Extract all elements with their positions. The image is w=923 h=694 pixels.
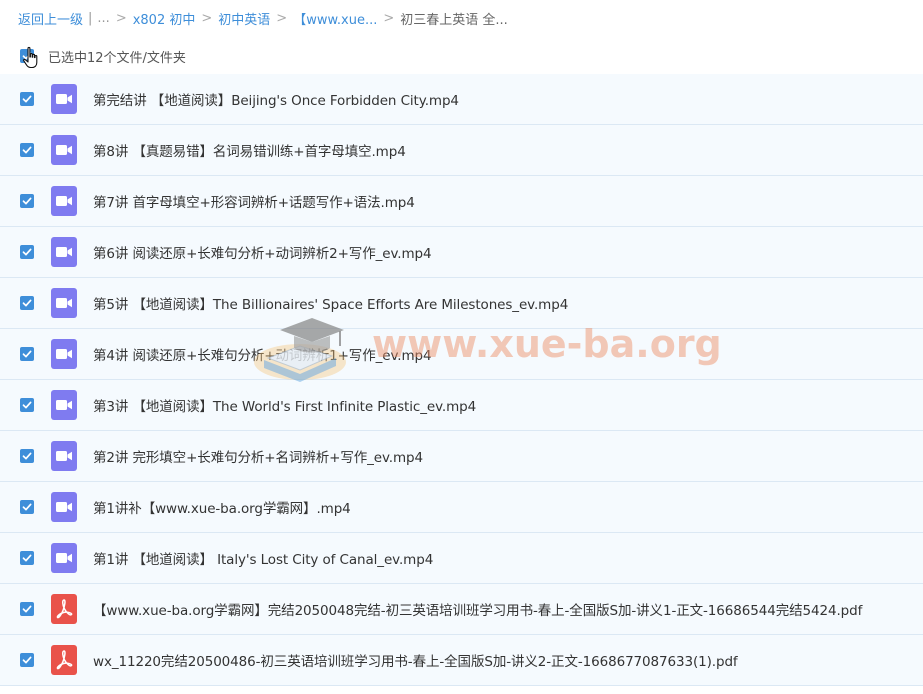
check-icon [22, 146, 32, 154]
video-icon [51, 288, 77, 318]
file-row[interactable]: wx_11220完结20500486-初三英语培训班学习用书-春上-全国版S加-… [0, 635, 923, 686]
video-icon [51, 186, 77, 216]
check-icon [22, 248, 32, 256]
file-checkbox[interactable] [20, 500, 34, 514]
file-name[interactable]: 第2讲 完形填空+长难句分析+名词辨析+写作_ev.mp4 [93, 446, 423, 466]
file-checkbox[interactable] [20, 296, 34, 310]
file-checkbox[interactable] [20, 551, 34, 565]
video-icon [51, 339, 77, 369]
video-icon [51, 84, 77, 114]
check-icon [22, 605, 32, 613]
file-checkbox[interactable] [20, 398, 34, 412]
file-checkbox[interactable] [20, 92, 34, 106]
file-name[interactable]: 第4讲 阅读还原+长难句分析+动词辨析1+写作_ev.mp4 [93, 344, 432, 364]
file-name[interactable]: 第完结讲 【地道阅读】Beijing's Once Forbidden City… [93, 89, 459, 109]
file-checkbox[interactable] [20, 194, 34, 208]
file-browser: 返回上一级 | ... > x802 初中 > 初中英语 > 【www.xue.… [0, 0, 923, 694]
file-row[interactable]: 第5讲 【地道阅读】The Billionaires' Space Effort… [0, 278, 923, 329]
video-icon [51, 543, 77, 573]
check-icon [22, 503, 32, 511]
video-icon [51, 441, 77, 471]
check-icon [22, 350, 32, 358]
file-checkbox[interactable] [20, 143, 34, 157]
pdf-icon [51, 645, 77, 675]
check-icon [22, 554, 32, 562]
breadcrumb-separator: > [383, 10, 395, 26]
breadcrumb-separator: > [115, 10, 127, 26]
file-checkbox[interactable] [20, 602, 34, 616]
file-row[interactable]: 第完结讲 【地道阅读】Beijing's Once Forbidden City… [0, 74, 923, 125]
hand-pointer-icon [23, 46, 38, 69]
video-icon [51, 390, 77, 420]
check-icon [22, 401, 32, 409]
file-checkbox[interactable] [20, 347, 34, 361]
breadcrumb-current: 初三春上英语 全... [400, 12, 508, 28]
breadcrumb-item-english[interactable]: 初中英语 [218, 9, 270, 28]
video-icon [51, 135, 77, 165]
file-row[interactable]: 第1讲补【www.xue-ba.org学霸网】.mp4 [0, 482, 923, 533]
file-row[interactable]: 第8讲 【真题易错】名词易错训练+首字母填空.mp4 [0, 125, 923, 176]
check-icon [22, 95, 32, 103]
check-icon [22, 197, 32, 205]
breadcrumb-item-x802[interactable]: x802 初中 [133, 9, 196, 28]
back-link[interactable]: 返回上一级 [18, 9, 83, 28]
breadcrumb-ellipsis[interactable]: ... [97, 11, 109, 26]
file-name[interactable]: 第5讲 【地道阅读】The Billionaires' Space Effort… [93, 293, 568, 313]
breadcrumb-separator: > [276, 10, 288, 26]
file-name[interactable]: 第1讲补【www.xue-ba.org学霸网】.mp4 [93, 497, 351, 517]
file-row[interactable]: 【www.xue-ba.org学霸网】完结2050048完结-初三英语培训班学习… [0, 584, 923, 635]
file-row[interactable]: 第1讲 【地道阅读】 Italy's Lost City of Canal_ev… [0, 533, 923, 584]
file-row[interactable]: 第4讲 阅读还原+长难句分析+动词辨析1+写作_ev.mp4 [0, 329, 923, 380]
file-checkbox[interactable] [20, 653, 34, 667]
file-name[interactable]: 第1讲 【地道阅读】 Italy's Lost City of Canal_ev… [93, 548, 433, 568]
file-list: 第完结讲 【地道阅读】Beijing's Once Forbidden City… [0, 74, 923, 686]
breadcrumb-item-xueba[interactable]: 【www.xue... [293, 9, 377, 28]
file-name[interactable]: 第8讲 【真题易错】名词易错训练+首字母填空.mp4 [93, 140, 406, 160]
selection-bar: 已选中12个文件/文件夹 [0, 42, 923, 70]
check-icon [22, 452, 32, 460]
file-name[interactable]: 第3讲 【地道阅读】The World's First Infinite Pla… [93, 395, 476, 415]
file-row[interactable]: 第6讲 阅读还原+长难句分析+动词辨析2+写作_ev.mp4 [0, 227, 923, 278]
video-icon [51, 237, 77, 267]
check-icon [22, 656, 32, 664]
file-name[interactable]: wx_11220完结20500486-初三英语培训班学习用书-春上-全国版S加-… [93, 650, 738, 670]
breadcrumb-divider: | [88, 10, 93, 26]
file-row[interactable]: 第2讲 完形填空+长难句分析+名词辨析+写作_ev.mp4 [0, 431, 923, 482]
file-name[interactable]: 第7讲 首字母填空+形容词辨析+话题写作+语法.mp4 [93, 191, 415, 211]
file-name[interactable]: 【www.xue-ba.org学霸网】完结2050048完结-初三英语培训班学习… [93, 599, 862, 619]
file-row[interactable]: 第7讲 首字母填空+形容词辨析+话题写作+语法.mp4 [0, 176, 923, 227]
file-name[interactable]: 第6讲 阅读还原+长难句分析+动词辨析2+写作_ev.mp4 [93, 242, 432, 262]
pdf-icon [51, 594, 77, 624]
video-icon [51, 492, 77, 522]
breadcrumb-separator: > [201, 10, 213, 26]
file-row[interactable]: 第3讲 【地道阅读】The World's First Infinite Pla… [0, 380, 923, 431]
selection-count-label: 已选中12个文件/文件夹 [48, 50, 186, 66]
file-checkbox[interactable] [20, 449, 34, 463]
check-icon [22, 299, 32, 307]
file-checkbox[interactable] [20, 245, 34, 259]
breadcrumb: 返回上一级 | ... > x802 初中 > 初中英语 > 【www.xue.… [18, 8, 508, 28]
